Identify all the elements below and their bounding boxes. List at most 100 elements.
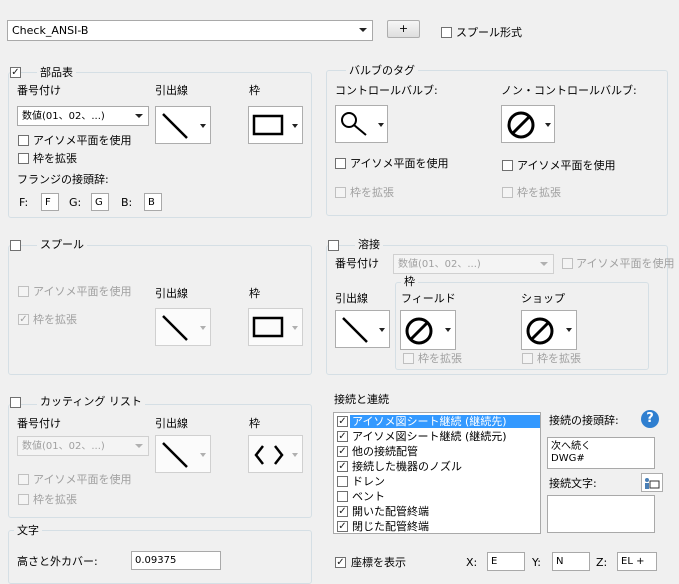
text-height-label: 高さと外カバー: <box>17 555 98 568</box>
valve-tag-title: バルブのタグ <box>346 64 418 77</box>
rectangle-frame-icon <box>252 316 284 338</box>
list-item-label: ベント <box>352 490 385 503</box>
chevron-down-icon <box>378 123 384 127</box>
noncontrol-extend-frame-checkbox[interactable] <box>502 187 513 198</box>
flange-prefix-label: フランジの接頭辞: <box>17 173 109 186</box>
list-item-checkbox[interactable]: ✓ <box>337 416 348 427</box>
text-title: 文字 <box>14 524 42 537</box>
spool-extend-frame-checkbox[interactable]: ✓ <box>18 314 29 325</box>
show-coords-checkbox[interactable]: ✓ <box>335 557 346 568</box>
weld-leader-button[interactable] <box>335 310 390 348</box>
template-select[interactable]: Check_ANSI-B <box>7 20 373 41</box>
spool-extend-frame-label: 枠を拡張 <box>33 313 77 326</box>
noncontrol-valve-label: ノン・コントロールバルブ: <box>501 84 637 97</box>
list-item-checkbox[interactable]: ✓ <box>337 446 348 457</box>
list-item-label: 接続した機器のノズル <box>352 460 462 473</box>
edit-text-icon <box>645 478 660 489</box>
coord-y-input[interactable]: N <box>552 552 590 571</box>
edit-text-button[interactable] <box>641 473 663 492</box>
spool-title: スプール <box>37 238 87 251</box>
flange-g-input[interactable]: G <box>91 193 109 211</box>
list-item-checkbox[interactable] <box>337 491 348 502</box>
show-coords-label: 座標を表示 <box>351 556 406 569</box>
bom-extend-frame-checkbox[interactable] <box>18 153 29 164</box>
spool-frame-button[interactable] <box>248 308 303 346</box>
cutting-frame-label: 枠 <box>249 417 260 430</box>
no-symbol-icon <box>507 111 535 139</box>
spool-checkbox[interactable] <box>10 240 21 251</box>
bom-numbering-select[interactable]: 数値(01、02、...) <box>17 106 149 126</box>
spool-frame-label: 枠 <box>249 287 260 300</box>
leader-diagonal-icon <box>342 317 368 343</box>
list-item-checkbox[interactable]: ✓ <box>337 506 348 517</box>
leader-diagonal-icon <box>162 113 188 139</box>
weld-leader-label: 引出線 <box>335 292 368 305</box>
coord-z-input[interactable]: EL + <box>617 552 657 571</box>
list-item[interactable]: ✓ アイソメ図シート継続 (継続先) <box>335 415 540 428</box>
bom-frame-button[interactable] <box>248 106 303 144</box>
spool-format-checkbox[interactable] <box>441 27 452 38</box>
spool-iso-plane-checkbox[interactable] <box>18 286 29 297</box>
cutting-iso-plane-checkbox[interactable] <box>18 474 29 485</box>
weld-shop-extend-frame-checkbox[interactable] <box>522 353 533 364</box>
weld-field-label: フィールド <box>401 292 456 305</box>
cutting-leader-button[interactable] <box>155 435 211 473</box>
weld-field-extend-frame-checkbox[interactable] <box>403 353 414 364</box>
bom-checkbox[interactable]: ✓ <box>10 67 21 78</box>
cutting-leader-label: 引出線 <box>155 417 188 430</box>
weld-iso-plane-checkbox[interactable] <box>562 258 573 269</box>
control-valve-label: コントロールバルブ: <box>335 84 438 97</box>
list-item-label: アイソメ図シート継続 (継続先) <box>350 415 540 428</box>
cutting-list-checkbox[interactable] <box>10 397 21 408</box>
magnifier-icon <box>341 112 367 136</box>
weld-numbering-select[interactable]: 数値(01、02、...) <box>393 254 554 274</box>
list-item-checkbox[interactable] <box>337 476 348 487</box>
chevron-down-icon <box>135 444 143 448</box>
coord-z-label: Z: <box>596 556 608 569</box>
noncontrol-extend-frame-label: 枠を拡張 <box>517 186 561 199</box>
flange-f-input[interactable]: F <box>41 193 59 211</box>
help-icon[interactable]: ? <box>641 410 659 428</box>
noncontrol-iso-plane-checkbox[interactable] <box>502 160 513 171</box>
weld-numbering-value: 数値(01、02、...) <box>398 259 481 270</box>
flange-b-input[interactable]: B <box>144 193 162 211</box>
coord-x-input[interactable]: E <box>487 552 525 571</box>
weld-checkbox[interactable] <box>328 240 339 251</box>
weld-shop-button[interactable] <box>521 310 577 350</box>
connection-prefix-input[interactable]: 次へ続く DWG# <box>547 437 655 469</box>
cutting-extend-frame-checkbox[interactable] <box>18 494 29 505</box>
list-item-checkbox[interactable]: ✓ <box>337 521 348 532</box>
list-item-checkbox[interactable]: ✓ <box>337 431 348 442</box>
list-item-label: ドレン <box>352 475 385 488</box>
control-valve-button[interactable] <box>335 105 388 143</box>
leader-diagonal-icon <box>162 315 188 341</box>
bom-numbering-value: 数値(01、02、...) <box>22 111 105 122</box>
bom-iso-plane-checkbox[interactable] <box>18 135 29 146</box>
connection-text-label: 接続文字: <box>549 477 597 490</box>
bom-leader-button[interactable] <box>155 106 211 144</box>
connections-list[interactable]: ✓ アイソメ図シート継続 (継続先) ✓ アイソメ図シート継続 (継続元) ✓ 他の接… <box>333 412 541 534</box>
cutting-extend-frame-label: 枠を拡張 <box>33 493 77 506</box>
no-symbol-icon <box>526 317 554 345</box>
chevron-down-icon <box>359 28 367 32</box>
template-select-value: Check_ANSI-B <box>12 24 89 37</box>
connection-text-input[interactable] <box>547 495 655 533</box>
spool-leader-label: 引出線 <box>155 287 188 300</box>
bom-numbering-label: 番号付け <box>17 84 61 97</box>
control-extend-frame-checkbox[interactable] <box>335 187 346 198</box>
text-height-input[interactable]: 0.09375 <box>131 551 221 570</box>
cutting-frame-button[interactable] <box>248 435 303 473</box>
control-iso-plane-checkbox[interactable] <box>335 158 346 169</box>
add-button[interactable]: + <box>387 20 420 38</box>
weld-numbering-label: 番号付け <box>335 257 379 270</box>
chevron-down-icon <box>200 124 206 128</box>
cutting-numbering-select[interactable]: 数値(01、02、...) <box>17 436 149 456</box>
connection-prefix-label: 接続の接頭辞: <box>549 414 619 427</box>
list-item-checkbox[interactable]: ✓ <box>337 461 348 472</box>
spool-leader-button[interactable] <box>155 308 211 346</box>
noncontrol-valve-button[interactable] <box>501 105 555 143</box>
weld-frame-label: 枠 <box>401 275 418 288</box>
control-extend-frame-label: 枠を拡張 <box>350 186 394 199</box>
bom-iso-plane-label: アイソメ平面を使用 <box>33 134 132 147</box>
weld-field-button[interactable] <box>400 310 456 350</box>
